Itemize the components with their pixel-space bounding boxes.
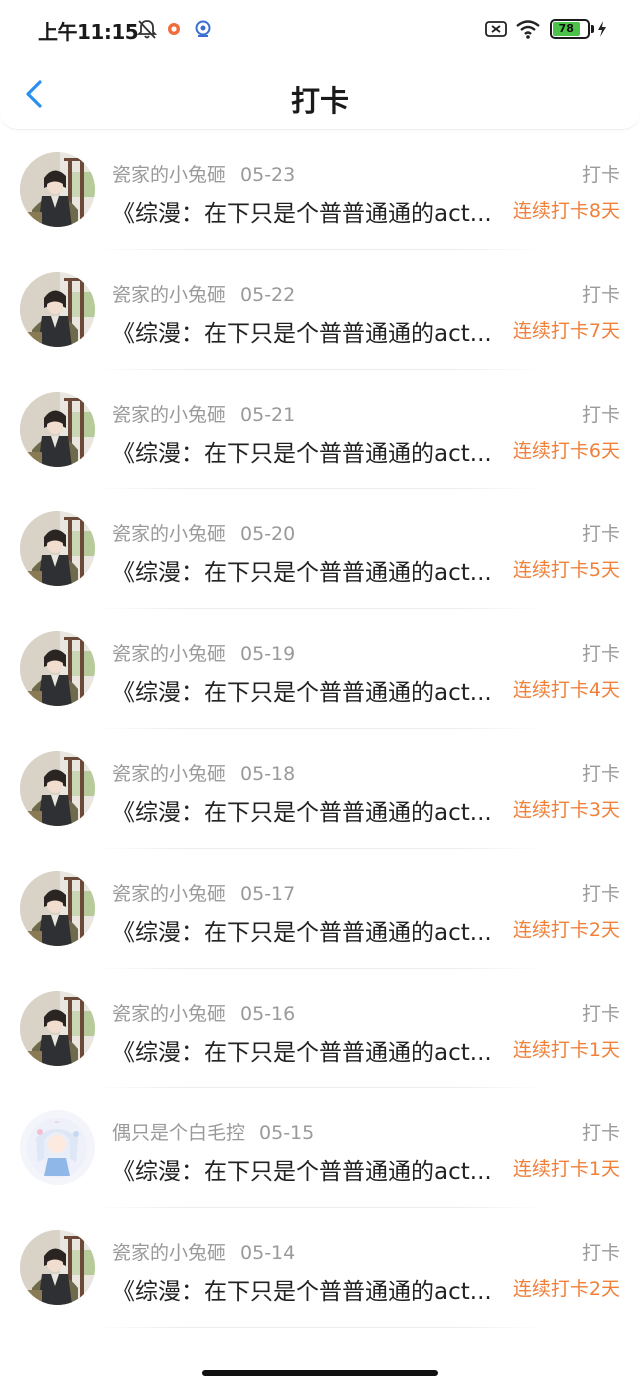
list-item[interactable]: 瓷家的小兔砸 05-16 打卡《综漫：在下只是个普普通通的act... 连续打卡1天 bbox=[0, 969, 640, 1089]
checkin-date: 05-19 bbox=[240, 643, 296, 666]
avatar[interactable] bbox=[20, 631, 95, 707]
checkin-date: 05-22 bbox=[240, 283, 296, 306]
item-meta: 瓷家的小兔砸 05-23 bbox=[112, 160, 295, 187]
checkin-date: 05-21 bbox=[240, 403, 296, 426]
wifi-icon bbox=[516, 20, 540, 39]
avatar[interactable]: ~ bbox=[20, 1110, 95, 1186]
location-icon bbox=[195, 20, 211, 37]
checkin-tag: 打卡 bbox=[581, 523, 620, 546]
battery-cap bbox=[591, 25, 594, 33]
list-item[interactable]: 瓷家的小兔砸 05-19 打卡《综漫：在下只是个普普通通的act... 连续打卡4天 bbox=[0, 609, 640, 729]
sim-disabled-icon bbox=[485, 21, 507, 37]
list-item[interactable]: 瓷家的小兔砸 05-17 打卡《综漫：在下只是个普普通通的act... 连续打卡2天 bbox=[0, 849, 640, 969]
checkin-date: 05-23 bbox=[240, 164, 296, 186]
checkin-date: 05-20 bbox=[240, 523, 296, 546]
avatar[interactable] bbox=[20, 271, 95, 347]
streak-label: 连续打卡5天 bbox=[512, 559, 620, 582]
book-title[interactable]: 《综漫：在下只是个普普通通的act... bbox=[112, 194, 502, 228]
checkin-tag: 打卡 bbox=[581, 762, 620, 785]
battery-icon: 78 bbox=[550, 19, 590, 39]
avatar[interactable] bbox=[20, 511, 95, 587]
streak-label: 连续打卡2天 bbox=[512, 1278, 620, 1301]
book-title[interactable]: 《综漫：在下只是个普普通通的act... bbox=[112, 434, 502, 468]
bell-off-icon bbox=[136, 20, 158, 39]
item-meta: 瓷家的小兔砸 05-20 bbox=[112, 519, 295, 546]
avatar[interactable] bbox=[20, 152, 95, 227]
item-meta: 瓷家的小兔砸 05-19 bbox=[112, 639, 295, 666]
username[interactable]: 瓷家的小兔砸 bbox=[112, 643, 226, 665]
item-meta: 瓷家的小兔砸 05-22 bbox=[112, 280, 295, 307]
list-item[interactable]: 瓷家的小兔砸 05-18 打卡《综漫：在下只是个普普通通的act... 连续打卡3天 bbox=[0, 729, 640, 849]
streak-label: 连续打卡6天 bbox=[512, 439, 620, 462]
username[interactable]: 瓷家的小兔砸 bbox=[112, 523, 226, 545]
checkin-date: 05-18 bbox=[240, 762, 296, 785]
item-meta: 瓷家的小兔砸 05-14 bbox=[112, 1238, 295, 1265]
book-title[interactable]: 《综漫：在下只是个普普通通的act... bbox=[112, 673, 502, 707]
list-item[interactable]: 瓷家的小兔砸 05-22 打卡《综漫：在下只是个普普通通的act... 连续打卡7天 bbox=[0, 250, 640, 370]
username[interactable]: 瓷家的小兔砸 bbox=[112, 1003, 226, 1025]
username[interactable]: 瓷家的小兔砸 bbox=[112, 1242, 226, 1264]
streak-label: 连续打卡2天 bbox=[512, 918, 620, 941]
status-bar: 上午11:15 78 bbox=[0, 0, 640, 58]
row-divider bbox=[96, 1326, 544, 1328]
checkin-tag: 打卡 bbox=[581, 403, 620, 426]
avatar[interactable] bbox=[20, 990, 95, 1066]
checkin-date: 05-17 bbox=[240, 882, 296, 905]
checkin-tag: 打卡 bbox=[581, 643, 620, 666]
checkin-date: 05-15 bbox=[259, 1122, 315, 1145]
book-title[interactable]: 《综漫：在下只是个普普通通的act... bbox=[112, 314, 502, 348]
checkin-tag: 打卡 bbox=[581, 164, 620, 186]
book-title[interactable]: 《综漫：在下只是个普普通通的act... bbox=[112, 553, 502, 587]
book-title[interactable]: 《综漫：在下只是个普普通通的act... bbox=[112, 1152, 502, 1186]
book-title[interactable]: 《综漫：在下只是个普普通通的act... bbox=[112, 913, 502, 947]
home-indicator[interactable] bbox=[202, 1370, 438, 1376]
list-item[interactable]: 瓷家的小兔砸 05-21 打卡《综漫：在下只是个普普通通的act... 连续打卡6天 bbox=[0, 370, 640, 490]
item-meta: 瓷家的小兔砸 05-16 bbox=[112, 999, 295, 1026]
checkin-tag: 打卡 bbox=[581, 1242, 620, 1265]
streak-label: 连续打卡1天 bbox=[512, 1158, 620, 1181]
username[interactable]: 瓷家的小兔砸 bbox=[112, 404, 226, 426]
header-bar: 打卡 bbox=[0, 58, 640, 130]
checkin-date: 05-16 bbox=[240, 1002, 296, 1025]
list-item[interactable]: 瓷家的小兔砸 05-14 打卡《综漫：在下只是个普普通通的act... 连续打卡2天 bbox=[0, 1208, 640, 1328]
item-meta: 瓷家的小兔砸 05-18 bbox=[112, 759, 295, 786]
avatar[interactable] bbox=[20, 750, 95, 826]
book-title[interactable]: 《综漫：在下只是个普普通通的act... bbox=[112, 1272, 502, 1306]
battery-level: 78 bbox=[553, 22, 580, 36]
streak-label: 连续打卡3天 bbox=[512, 798, 620, 821]
checkin-tag: 打卡 bbox=[581, 882, 620, 905]
streak-label: 连续打卡4天 bbox=[512, 679, 620, 702]
username[interactable]: 偶只是个白毛控 bbox=[112, 1122, 245, 1144]
item-meta: 偶只是个白毛控 05-15 bbox=[112, 1118, 314, 1145]
item-meta: 瓷家的小兔砸 05-17 bbox=[112, 879, 295, 906]
item-meta: 瓷家的小兔砸 05-21 bbox=[112, 400, 295, 427]
book-title[interactable]: 《综漫：在下只是个普普通通的act... bbox=[112, 793, 502, 827]
list-item[interactable]: 瓷家的小兔砸 05-20 打卡《综漫：在下只是个普普通通的act... 连续打卡5天 bbox=[0, 489, 640, 610]
username[interactable]: 瓷家的小兔砸 bbox=[112, 164, 226, 186]
avatar[interactable] bbox=[20, 391, 95, 467]
app-notification-icon bbox=[168, 23, 180, 35]
username[interactable]: 瓷家的小兔砸 bbox=[112, 763, 226, 785]
svg-text:~: ~ bbox=[54, 1119, 59, 1126]
checkin-date: 05-14 bbox=[240, 1242, 296, 1265]
checkin-tag: 打卡 bbox=[581, 283, 620, 306]
page-title: 打卡 bbox=[290, 84, 349, 118]
streak-label: 连续打卡1天 bbox=[512, 1038, 620, 1061]
book-title[interactable]: 《综漫：在下只是个普普通通的act... bbox=[112, 1033, 502, 1067]
charging-icon bbox=[598, 21, 606, 37]
list-item[interactable]: ~ 偶只是个白毛控 05-15 打卡《综漫：在下只是个普普通通的act... 连续打卡1… bbox=[0, 1088, 640, 1209]
checkin-list: 瓷家的小兔砸 05-23 打卡 《综漫：在下只是个普普通通的act... 连续打卡8天瓷… bbox=[0, 130, 640, 1328]
status-time: 上午11:15 bbox=[38, 20, 139, 44]
avatar[interactable] bbox=[20, 870, 95, 946]
username[interactable]: 瓷家的小兔砸 bbox=[112, 284, 226, 306]
avatar[interactable] bbox=[20, 1230, 95, 1306]
streak-label: 连续打卡7天 bbox=[512, 319, 620, 342]
checkin-tag: 打卡 bbox=[581, 1002, 620, 1025]
checkin-tag: 打卡 bbox=[581, 1122, 620, 1145]
username[interactable]: 瓷家的小兔砸 bbox=[112, 883, 226, 905]
list-item[interactable]: 瓷家的小兔砸 05-23 打卡《综漫：在下只是个普普通通的act... 连续打卡8天 bbox=[0, 130, 640, 250]
streak-label: 连续打卡8天 bbox=[512, 200, 620, 222]
